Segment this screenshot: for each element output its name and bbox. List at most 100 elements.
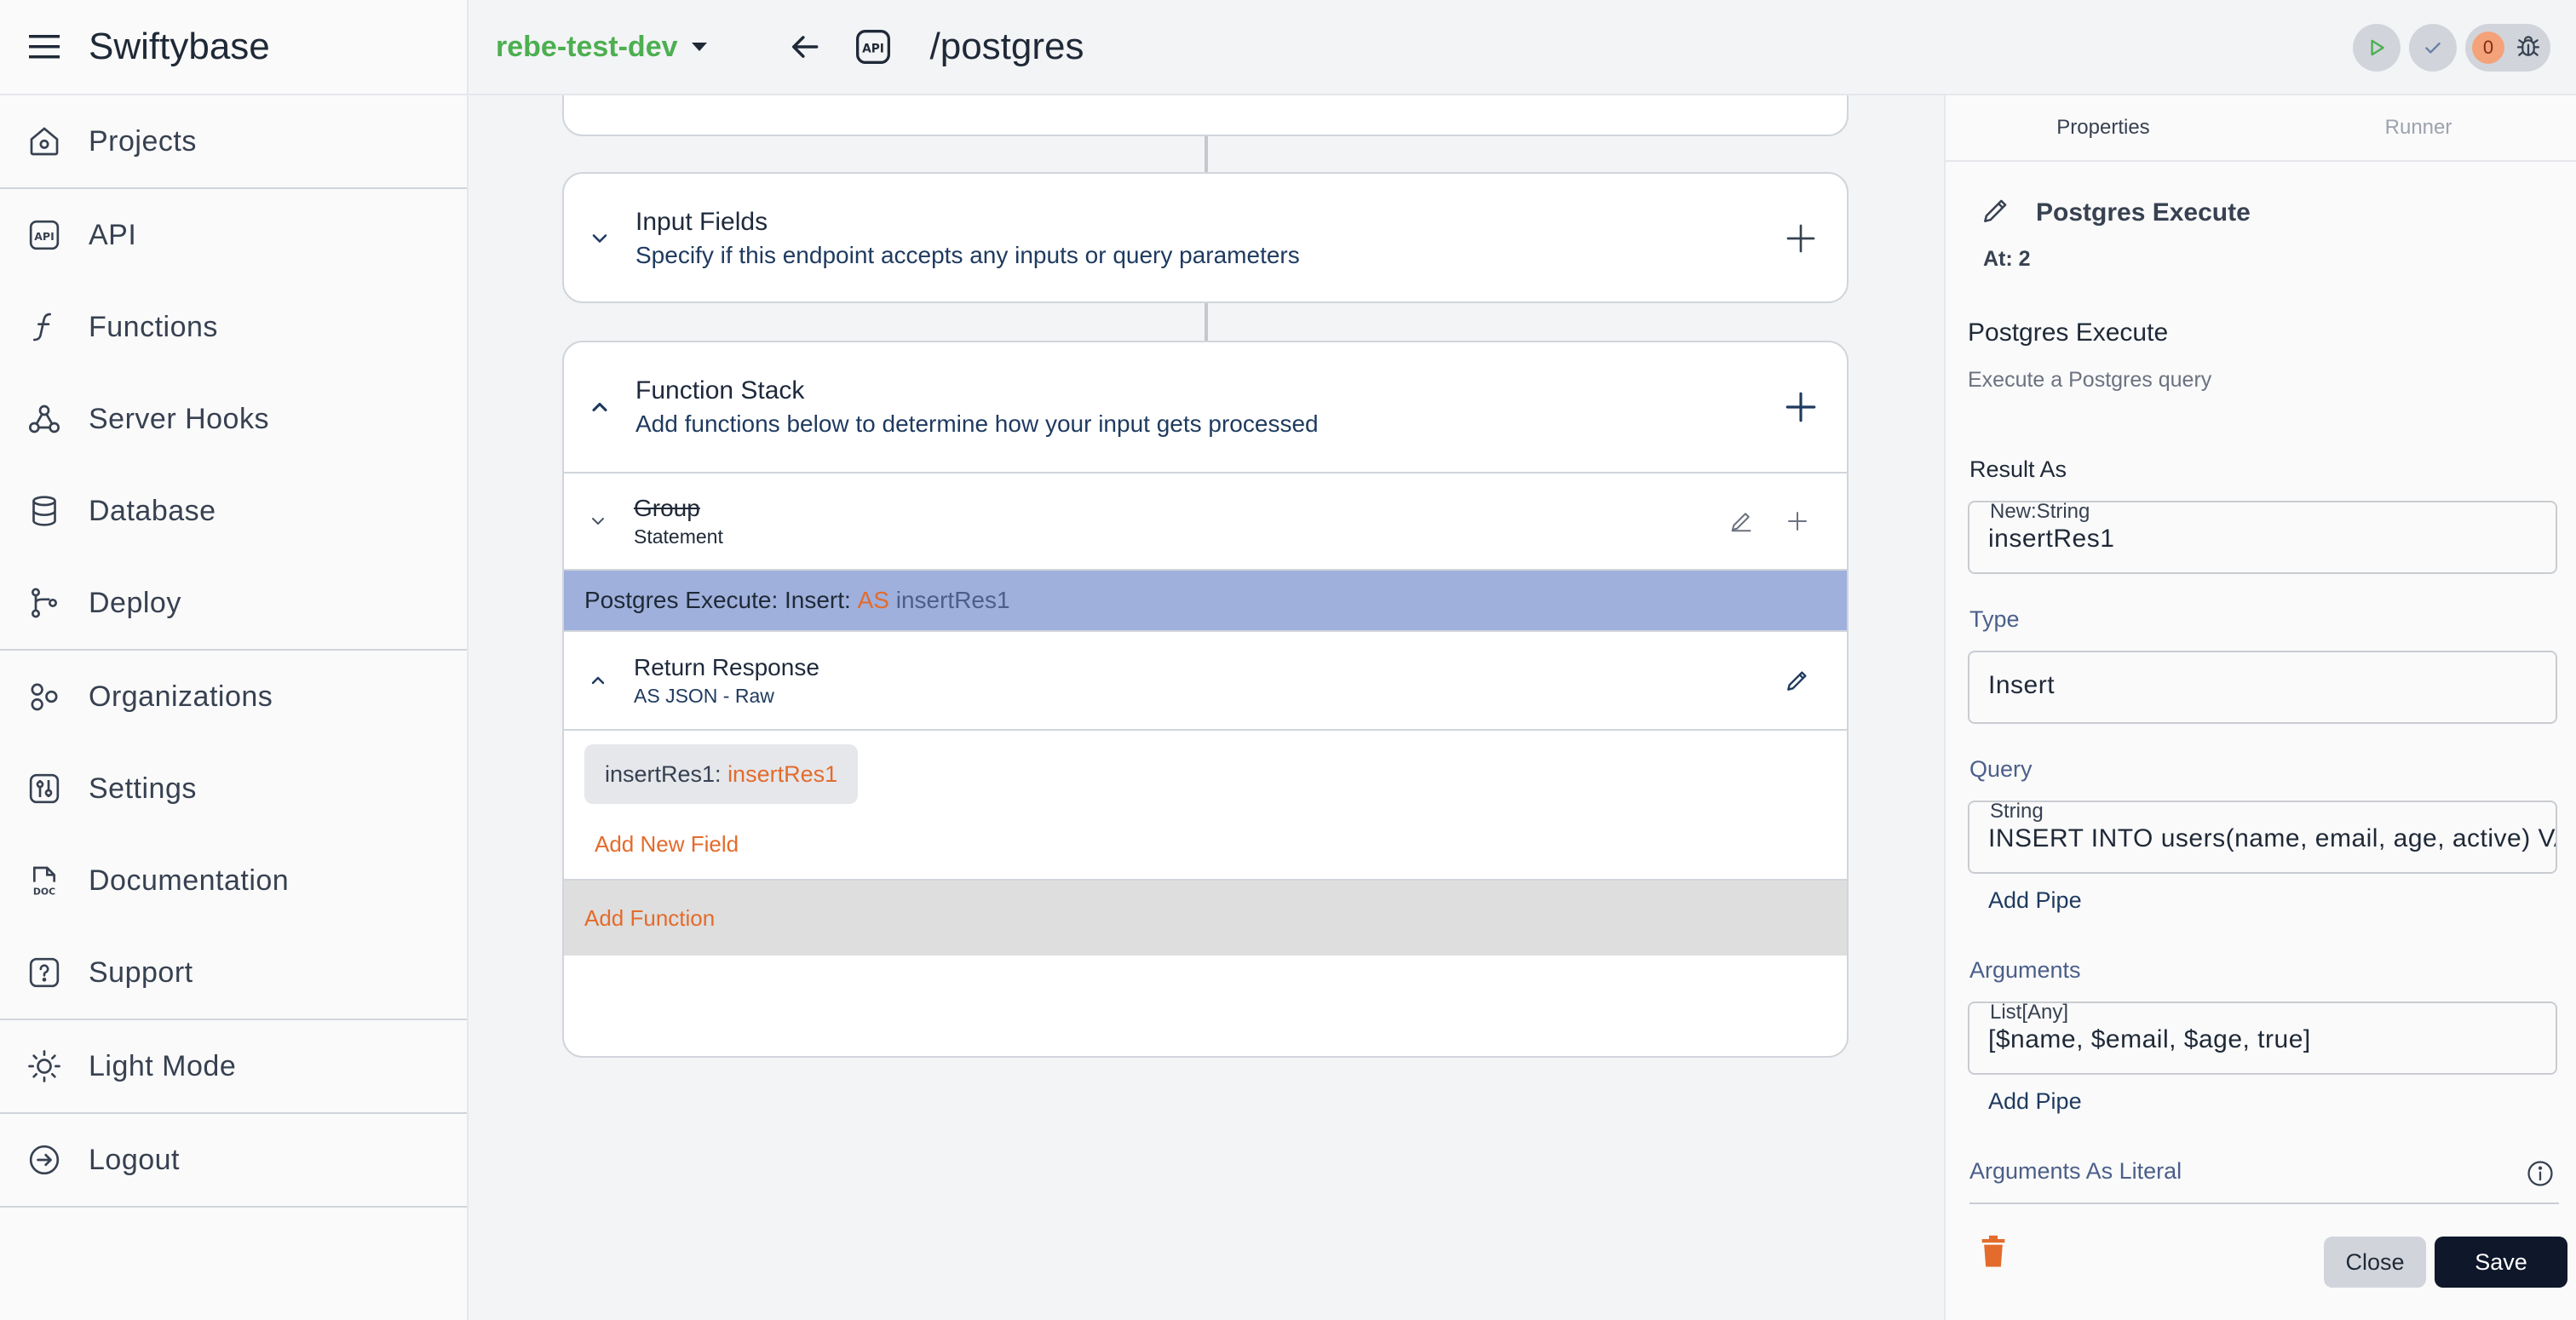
function-stack-title: Function Stack: [635, 376, 805, 405]
function-stack-card: Function Stack Add functions below to de…: [562, 341, 1849, 1058]
doc-icon: DOC: [26, 862, 63, 899]
nav-group-build: API API Functions Server Hooks Database: [0, 189, 467, 651]
home-icon: [26, 123, 63, 160]
function-stack-subtitle: Add functions below to determine how you…: [635, 410, 1319, 437]
sidebar-item-settings[interactable]: Settings: [0, 743, 467, 835]
input-fields-subtitle: Specify if this endpoint accepts any inp…: [635, 242, 1300, 268]
sidebar-item-label: Database: [89, 494, 216, 527]
result-as-value: insertRes1: [1988, 525, 2115, 553]
sidebar-item-documentation[interactable]: DOC Documentation: [0, 835, 467, 927]
edit-pencil-icon[interactable]: [1782, 665, 1813, 696]
environment-name: rebe-test-dev: [496, 30, 678, 63]
add-new-field-link[interactable]: Add New Field: [595, 831, 739, 858]
panel-position: At: 2: [1983, 247, 2031, 271]
sun-icon: [26, 1047, 63, 1085]
input-fields-title: Input Fields: [635, 208, 768, 236]
add-input-plus-icon[interactable]: [1780, 218, 1821, 259]
sidebar-item-projects[interactable]: Projects: [0, 95, 467, 187]
group-statement-row[interactable]: Group Statement: [564, 472, 1847, 569]
nav-group-projects: Projects: [0, 95, 467, 189]
close-button[interactable]: Close: [2324, 1237, 2426, 1288]
sidebar-item-light-mode[interactable]: Light Mode: [0, 1020, 467, 1112]
database-icon: [26, 492, 63, 530]
response-fields: insertRes1: insertRes1 Add New Field: [564, 729, 1847, 879]
exec-variable: insertRes1: [895, 587, 1010, 613]
previous-card: [562, 95, 1849, 136]
sidebar-item-label: Documentation: [89, 864, 290, 897]
query-label: Query: [1969, 756, 2033, 782]
function-stack-header[interactable]: Function Stack Add functions below to de…: [564, 342, 1847, 472]
check-button[interactable]: [2409, 24, 2457, 72]
edit-pencil-icon[interactable]: [1726, 506, 1757, 537]
add-function-label: Add Function: [584, 904, 716, 931]
add-function-plus-icon[interactable]: [1780, 387, 1821, 428]
response-field-chip[interactable]: insertRes1: insertRes1: [584, 744, 859, 804]
endpoint-path: /postgres: [929, 26, 1084, 67]
exec-as-keyword: AS: [857, 587, 889, 613]
settings-icon: [26, 770, 63, 807]
sidebar-item-functions[interactable]: Functions: [0, 281, 467, 373]
add-plus-icon[interactable]: [1782, 506, 1813, 537]
sidebar-item-deploy[interactable]: Deploy: [0, 557, 467, 649]
arguments-field[interactable]: List[Any] [$name, $email, $age, true]: [1968, 1001, 2557, 1075]
chevron-up-icon[interactable]: [583, 390, 617, 424]
trash-icon[interactable]: [1976, 1233, 2010, 1271]
type-select[interactable]: Insert: [1968, 651, 2557, 724]
sidebar-item-logout[interactable]: Logout: [0, 1114, 467, 1206]
field-key: insertRes1:: [605, 760, 728, 787]
tab-properties[interactable]: Properties: [1946, 95, 2261, 160]
result-as-field[interactable]: New:String insertRes1: [1968, 501, 2557, 574]
nav-group-theme: Light Mode: [0, 1020, 467, 1114]
arguments-add-pipe-link[interactable]: Add Pipe: [1988, 1088, 2082, 1115]
git-branch-icon: [26, 584, 63, 622]
sidebar-item-label: Server Hooks: [89, 402, 269, 435]
panel-header-title: Postgres Execute: [2036, 198, 2251, 227]
return-response-row[interactable]: Return Response AS JSON - Raw: [564, 630, 1847, 729]
hamburger-menu-icon[interactable]: [26, 28, 63, 66]
exec-prefix: Postgres Execute: Insert:: [584, 587, 858, 613]
sidebar-item-support[interactable]: Support: [0, 927, 467, 1019]
arguments-label: Arguments: [1969, 957, 2081, 983]
sidebar-item-label: Functions: [89, 310, 218, 343]
sidebar-item-label: Logout: [89, 1143, 180, 1176]
save-button[interactable]: Save: [2435, 1237, 2567, 1288]
bug-icon: [2515, 32, 2542, 64]
connector-line: [1205, 303, 1208, 341]
svg-text:API: API: [34, 230, 55, 243]
top-actions: 0: [2353, 24, 2550, 72]
chevron-down-icon[interactable]: [583, 221, 617, 255]
arguments-literal-label: Arguments As Literal: [1969, 1158, 2182, 1184]
sidebar-item-label: Deploy: [89, 586, 181, 619]
api-icon: API: [26, 216, 63, 254]
field-value: insertRes1: [727, 760, 838, 787]
add-function-button[interactable]: Add Function: [564, 879, 1847, 956]
sidebar-item-server-hooks[interactable]: Server Hooks: [0, 373, 467, 465]
query-field[interactable]: String INSERT INTO users(name, email, ag…: [1968, 801, 2557, 874]
panel-tabs: Properties Runner: [1946, 95, 2576, 162]
query-type: String: [1985, 802, 2049, 823]
postgres-execute-row[interactable]: Postgres Execute: Insert: AS insertRes1: [564, 569, 1847, 630]
sidebar-item-label: Organizations: [89, 680, 273, 713]
query-value: INSERT INTO users(name, email, age, acti…: [1988, 824, 2556, 852]
chevron-up-icon[interactable]: [583, 665, 613, 696]
debug-button[interactable]: 0: [2465, 24, 2550, 72]
chevron-down-icon[interactable]: [583, 506, 613, 537]
input-fields-header[interactable]: Input Fields Specify if this endpoint ac…: [564, 174, 1847, 301]
notification-count-badge: 0: [2472, 32, 2504, 64]
query-add-pipe-link[interactable]: Add Pipe: [1988, 887, 2082, 914]
info-icon[interactable]: [2525, 1158, 2556, 1189]
back-arrow-icon[interactable]: [785, 26, 826, 67]
sidebar-item-organizations[interactable]: Organizations: [0, 651, 467, 743]
environment-selector[interactable]: rebe-test-dev: [496, 31, 707, 64]
sidebar-item-api[interactable]: API API: [0, 189, 467, 281]
svg-text:API: API: [862, 42, 884, 55]
svg-text:DOC: DOC: [33, 887, 55, 898]
sidebar-item-database[interactable]: Database: [0, 465, 467, 557]
sidebar-item-label: Light Mode: [89, 1049, 237, 1082]
brand: Swiftybase: [0, 0, 467, 95]
run-button[interactable]: [2353, 24, 2401, 72]
logout-icon: [26, 1141, 63, 1179]
tab-runner[interactable]: Runner: [2261, 95, 2576, 160]
app-title: Swiftybase: [89, 26, 270, 67]
function-icon: [26, 308, 63, 346]
